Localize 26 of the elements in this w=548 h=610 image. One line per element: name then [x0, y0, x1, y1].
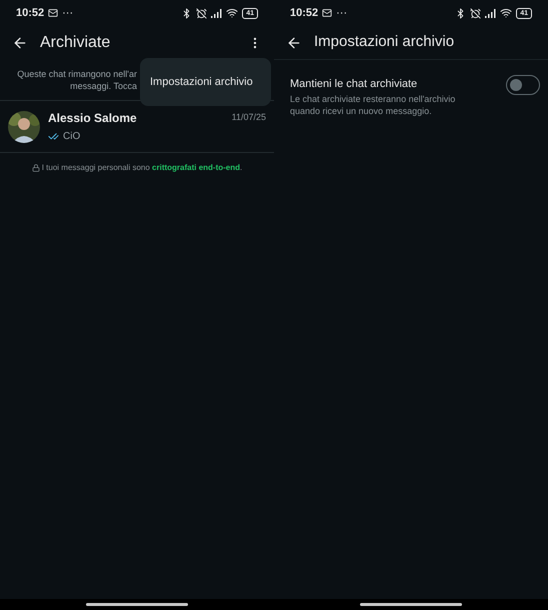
status-dots: ···: [336, 8, 348, 18]
alarm-off-icon: [196, 8, 208, 18]
mail-icon: [48, 8, 58, 18]
back-arrow-icon: [286, 34, 302, 50]
signal-icon: [211, 8, 222, 18]
status-time: 10:52: [290, 6, 318, 21]
toggle-switch[interactable]: [506, 75, 540, 95]
header-title: Archiviate: [40, 33, 110, 53]
bluetooth-icon: [455, 8, 466, 18]
info-text: messaggi. Tocca: [70, 80, 137, 92]
signal-icon: [485, 8, 496, 18]
setting-description: Le chat archiviate resteranno nell'archivio quando ricevi un nuovo messaggio.: [290, 92, 456, 116]
bluetooth-icon: [181, 8, 192, 18]
setting-title: Mantieni le chat archiviate: [290, 77, 418, 92]
lock-icon: [32, 164, 40, 172]
chat-date: 11/07/25: [232, 111, 266, 124]
alarm-off-icon: [470, 8, 482, 18]
info-text: Queste chat rimangono nell'ar: [17, 68, 137, 80]
header-title: Impostazioni archivio: [314, 32, 454, 52]
contact-name: Alessio Salome: [48, 110, 137, 127]
status-dots: ···: [62, 8, 74, 18]
menu-item[interactable]: Impostazioni archivio: [140, 74, 263, 90]
encryption-notice: I tuoi messaggi personali sono crittografati end-to-end.: [42, 162, 242, 174]
mail-icon: [322, 8, 332, 18]
status-time: 10:52: [16, 6, 44, 21]
last-message: CiO: [63, 130, 80, 144]
